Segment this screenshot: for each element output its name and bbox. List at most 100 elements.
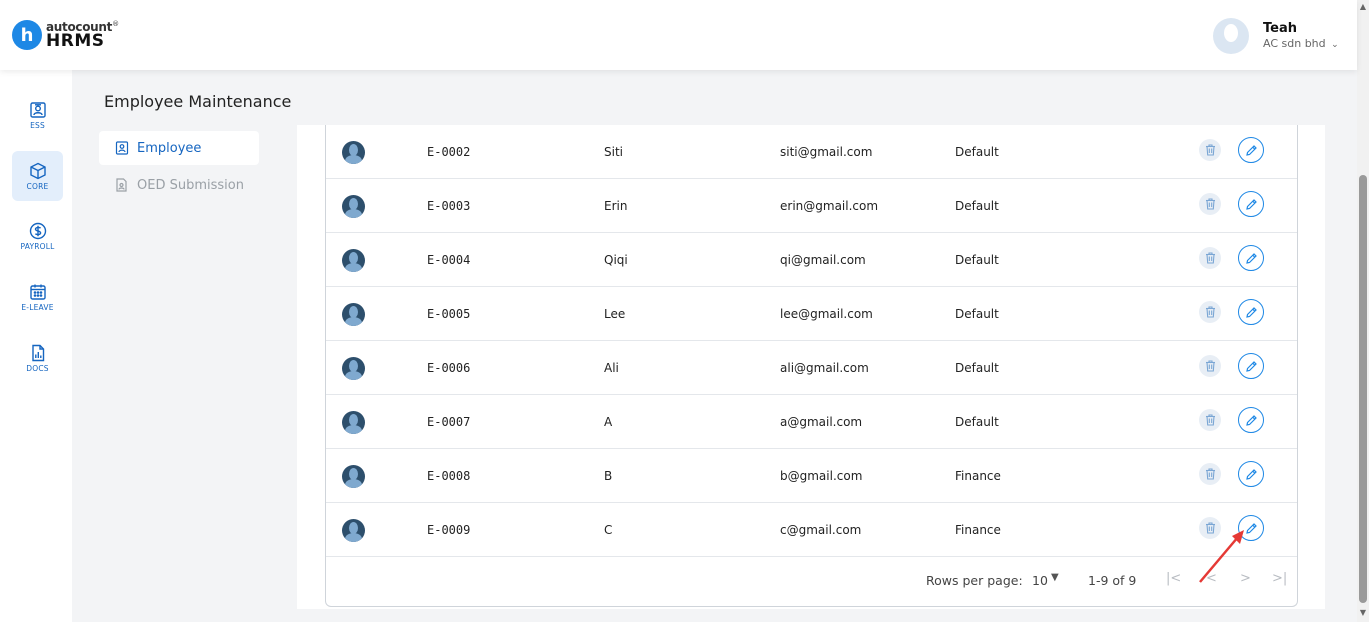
module-nav: ESS CORE PAYROLL E-LEAVE DOCS: [0, 70, 72, 622]
table-row[interactable]: E-0002 Siti siti@gmail.com Default: [326, 125, 1297, 179]
trash-icon: [1205, 468, 1215, 480]
pencil-icon: [1245, 306, 1257, 318]
employee-id: E-0005: [427, 307, 471, 321]
delete-button[interactable]: [1199, 301, 1221, 323]
rows-per-page-label: Rows per page:: [926, 573, 1023, 588]
pencil-icon: [1245, 198, 1257, 210]
scroll-up-icon[interactable]: ▲: [1359, 2, 1367, 11]
document-user-icon: [116, 178, 127, 192]
annotation-arrow: [1199, 530, 1244, 583]
employee-id: E-0009: [427, 523, 471, 537]
employee-avatar: [342, 125, 366, 179]
table-row[interactable]: E-0008 Bb@gmail.com Finance: [326, 449, 1297, 503]
employee-email: c@gmail.com: [780, 523, 862, 537]
table-row[interactable]: E-0006 Ali ali@gmail.com Default: [326, 341, 1297, 395]
employee-name: B: [604, 469, 613, 483]
logo-mark: h: [12, 20, 42, 50]
delete-button[interactable]: [1199, 409, 1221, 431]
id-card-icon: [115, 141, 129, 155]
table-row[interactable]: E-0009 Cc@gmail.com Finance: [326, 503, 1297, 557]
edit-button[interactable]: [1238, 191, 1264, 217]
employee-name: Qiqi: [604, 253, 628, 267]
nav-item-core[interactable]: CORE: [12, 151, 63, 201]
nav-item-payroll[interactable]: PAYROLL: [12, 211, 63, 261]
employee-avatar: [342, 179, 366, 233]
nav-label: ESS: [30, 120, 45, 130]
edit-button[interactable]: [1238, 245, 1264, 271]
document-chart-icon: [31, 344, 44, 361]
trash-icon: [1205, 252, 1215, 264]
employee-department: Default: [955, 307, 999, 321]
table-row[interactable]: E-0004 Qiqi qi@gmail.com Default: [326, 233, 1297, 287]
employee-department: Default: [955, 199, 999, 213]
employee-email: qi@gmail.com: [780, 253, 866, 267]
nav-item-ess[interactable]: ESS: [12, 90, 63, 140]
employee-id: E-0008: [427, 469, 471, 483]
submenu-item-employee[interactable]: Employee: [99, 131, 259, 165]
page-range: 1-9 of 9: [1088, 573, 1137, 588]
pencil-icon: [1245, 468, 1257, 480]
employee-department: Default: [955, 361, 999, 375]
rows-per-page-select[interactable]: 10: [1032, 573, 1048, 588]
trash-icon: [1205, 306, 1215, 318]
edit-button[interactable]: [1238, 137, 1264, 163]
page-scrollbar[interactable]: ▲ ▼: [1357, 0, 1369, 622]
logo-wordmark-bottom: HRMS: [46, 30, 105, 51]
app-logo[interactable]: h autocount® HRMS: [12, 20, 119, 50]
edit-button[interactable]: [1238, 353, 1264, 379]
edit-button[interactable]: [1238, 407, 1264, 433]
sub-menu: Employee OED Submission: [99, 131, 259, 205]
pencil-icon: [1245, 144, 1257, 156]
delete-button[interactable]: [1199, 247, 1221, 269]
edit-button[interactable]: [1238, 299, 1264, 325]
delete-button[interactable]: [1199, 193, 1221, 215]
scroll-thumb[interactable]: [1359, 175, 1367, 603]
employee-department: Default: [955, 415, 999, 429]
last-page-icon[interactable]: >|: [1272, 571, 1287, 586]
employee-email: ali@gmail.com: [780, 361, 869, 375]
nav-label: DOCS: [26, 363, 49, 373]
trash-icon: [1205, 414, 1215, 426]
employee-name: Lee: [604, 307, 626, 321]
employee-avatar: [342, 395, 366, 449]
table-row[interactable]: E-0007 Aa@gmail.com Default: [326, 395, 1297, 449]
table-row[interactable]: E-0003 Erin erin@gmail.com Default: [326, 179, 1297, 233]
table-row[interactable]: E-0005 Lee lee@gmail.com Default: [326, 287, 1297, 341]
employee-avatar: [342, 233, 366, 287]
caret-down-icon[interactable]: ▼: [1051, 572, 1059, 583]
employee-avatar: [342, 287, 366, 341]
dollar-icon: [29, 222, 46, 239]
app-header: h autocount® HRMS Teah AC sdn bhd ⌄: [0, 0, 1357, 70]
employee-department: Finance: [955, 469, 1001, 483]
employee-name: A: [604, 415, 613, 429]
nav-label: PAYROLL: [20, 241, 55, 251]
employee-id: E-0006: [427, 361, 471, 375]
pencil-icon: [1245, 360, 1257, 372]
employee-avatar: [342, 449, 366, 503]
nav-item-eleave[interactable]: E-LEAVE: [12, 272, 63, 322]
employee-avatar: [342, 341, 366, 395]
table-pagination: Rows per page: 10 ▼ 1-9 of 9 |< < > >|: [326, 557, 1297, 605]
first-page-icon[interactable]: |<: [1166, 571, 1181, 586]
scroll-down-icon[interactable]: ▼: [1359, 608, 1367, 617]
nav-label: E-LEAVE: [21, 302, 54, 312]
employee-name: Siti: [604, 145, 623, 159]
delete-button[interactable]: [1199, 355, 1221, 377]
edit-button[interactable]: [1238, 461, 1264, 487]
delete-button[interactable]: [1199, 463, 1221, 485]
delete-button[interactable]: [1199, 139, 1221, 161]
employee-name: Ali: [604, 361, 619, 375]
employee-email: b@gmail.com: [780, 469, 863, 483]
nav-item-docs[interactable]: DOCS: [12, 333, 63, 383]
employee-table: E-0002 Siti siti@gmail.com Default E-0003 Eri…: [325, 125, 1298, 607]
employee-department: Finance: [955, 523, 1001, 537]
employee-avatar: [342, 503, 366, 557]
employee-name: Erin: [604, 199, 628, 213]
employee-department: Default: [955, 145, 999, 159]
registered-mark: ®: [112, 19, 119, 28]
employee-department: Default: [955, 253, 999, 267]
submenu-item-oed-submission[interactable]: OED Submission: [99, 168, 259, 202]
employee-card: E-0002 Siti siti@gmail.com Default E-0003 Eri…: [297, 125, 1325, 609]
pencil-icon: [1245, 414, 1257, 426]
user-menu[interactable]: Teah AC sdn bhd ⌄: [1213, 18, 1339, 54]
